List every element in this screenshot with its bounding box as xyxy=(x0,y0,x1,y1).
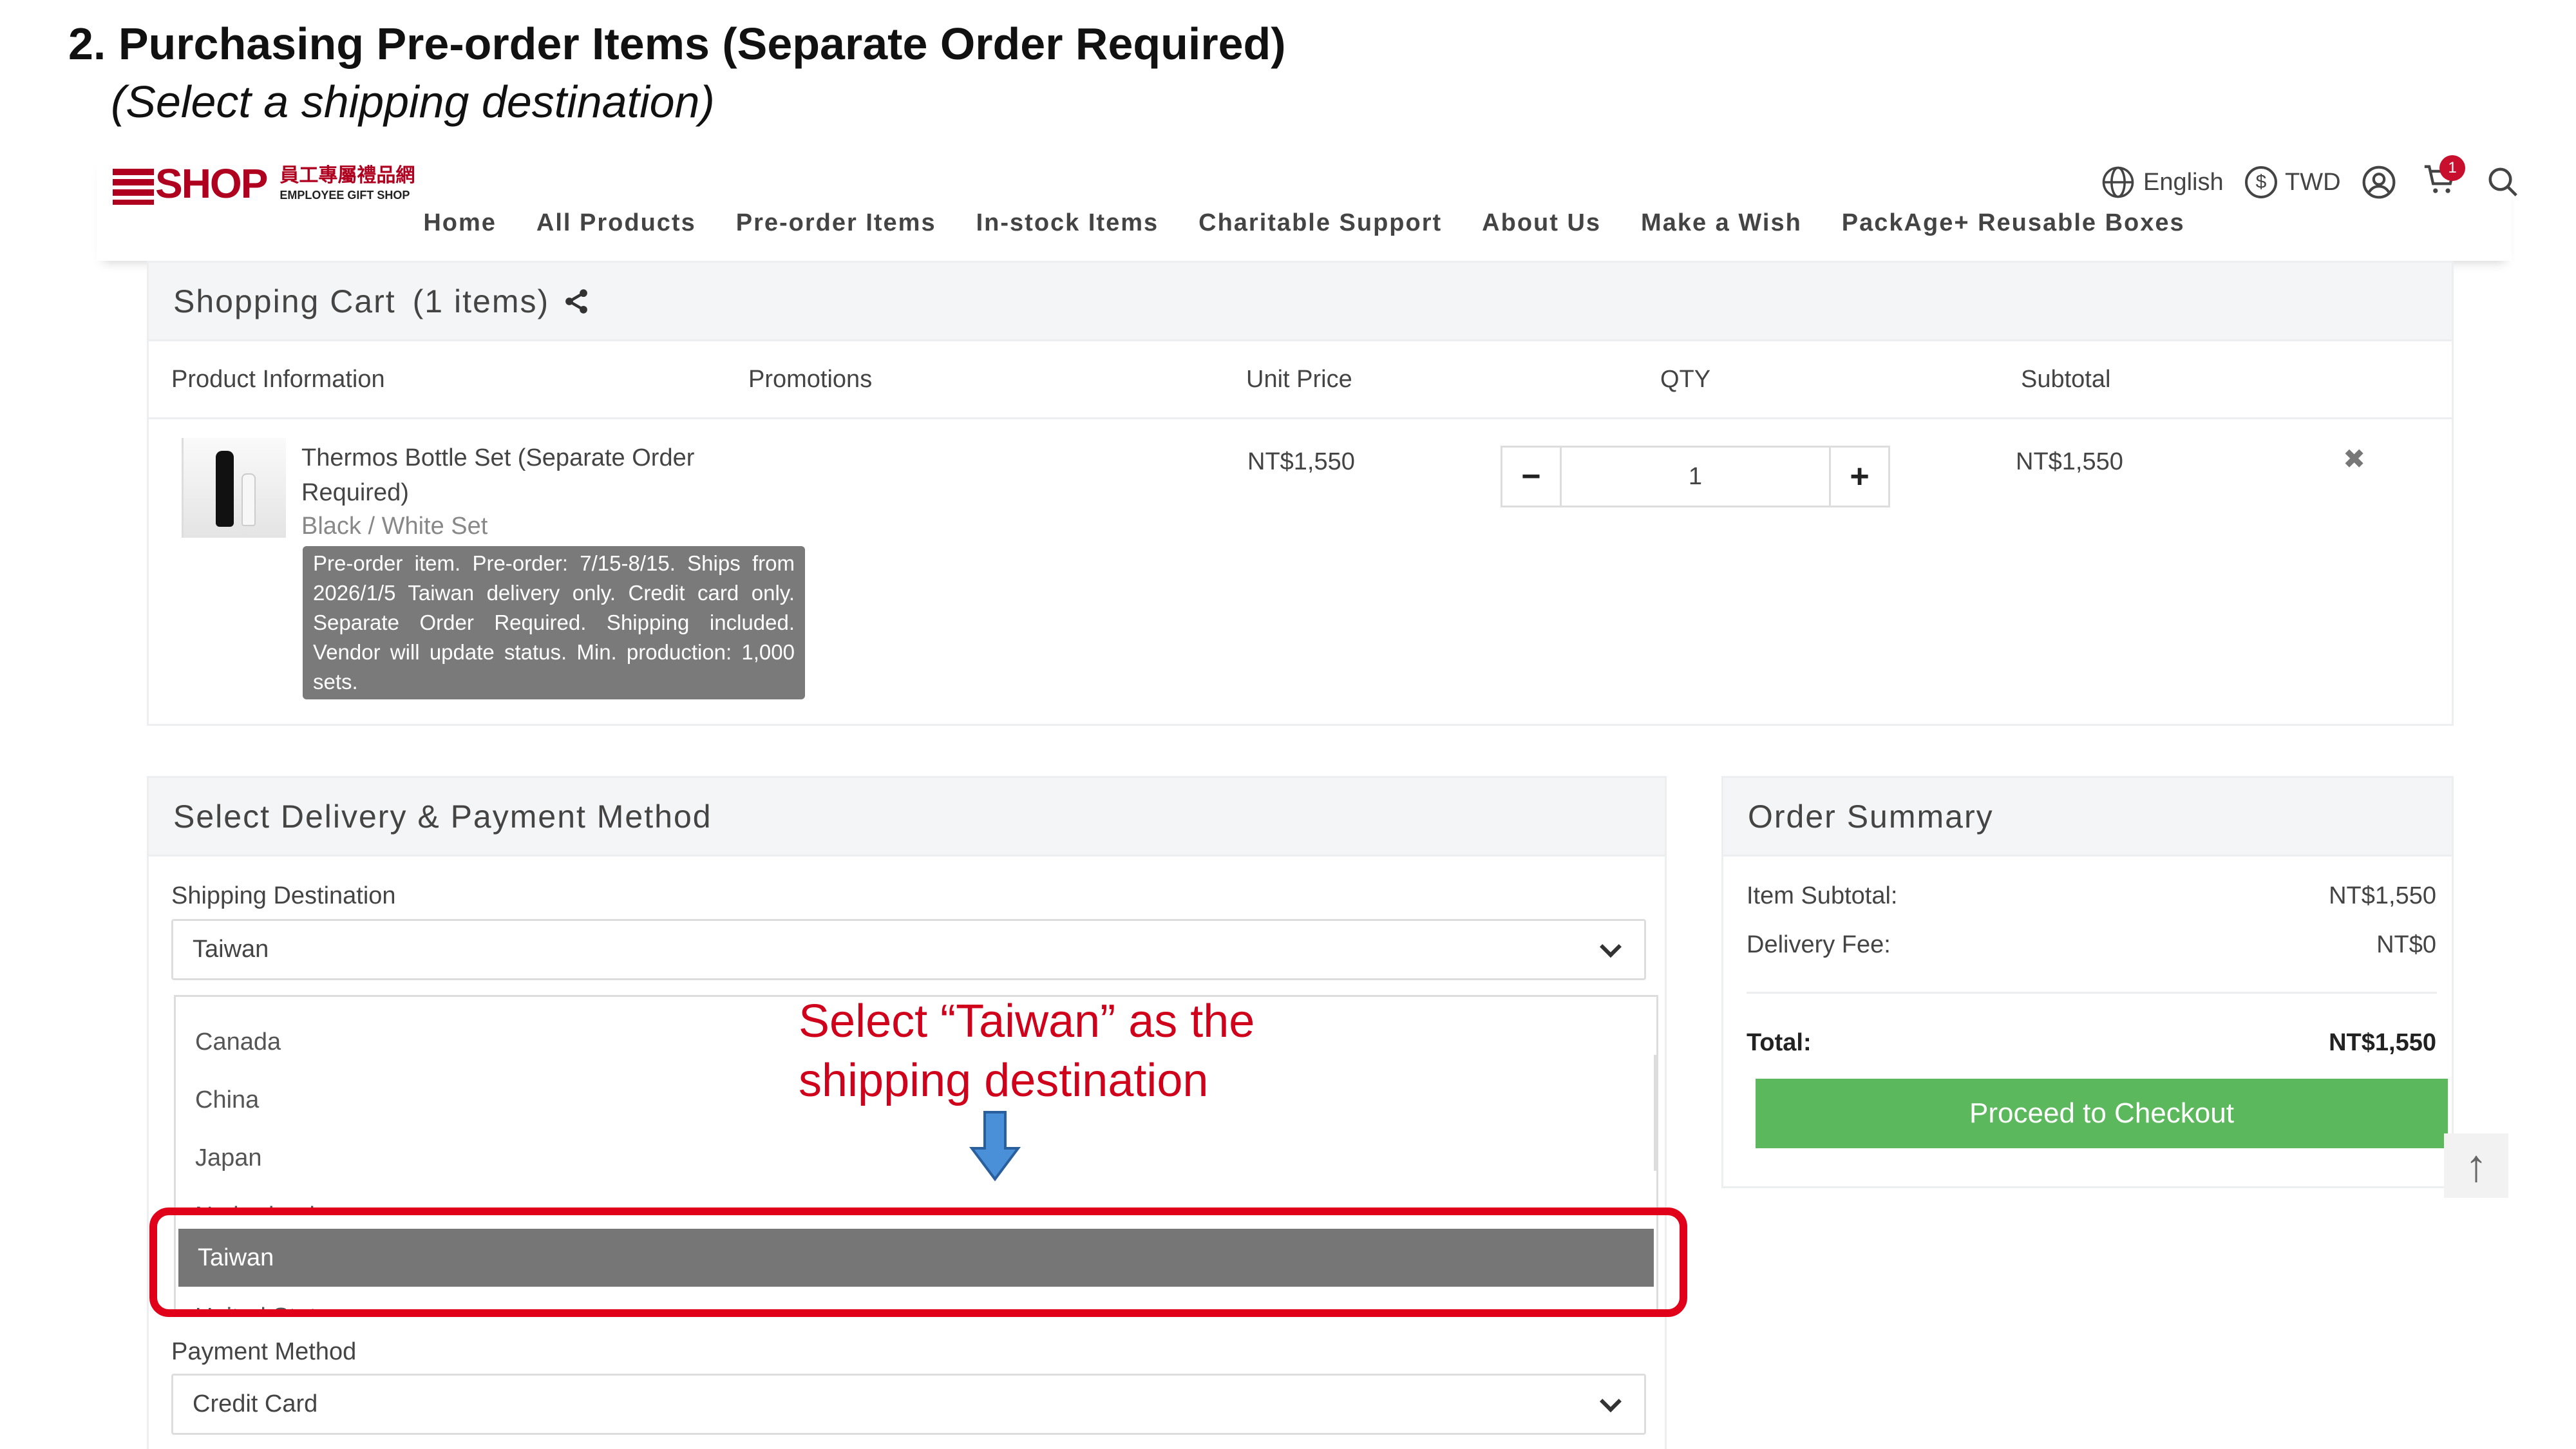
cart-header: Shopping Cart (1 items) xyxy=(149,263,2452,341)
col-subtotal: Subtotal xyxy=(2021,366,2111,393)
summary-title: Order Summary xyxy=(1748,798,1994,835)
dollar-icon: $ xyxy=(2245,166,2277,198)
shipping-destination-value: Taiwan xyxy=(193,936,269,963)
instruction-annotation: Select “Taiwan” as the shipping destinat… xyxy=(799,992,1255,1110)
payment-method-select[interactable]: Credit Card xyxy=(171,1374,1646,1435)
language-selector[interactable]: English xyxy=(2101,160,2224,205)
slide-title: 2. Purchasing Pre-order Items (Separate … xyxy=(68,19,1286,69)
remove-item-icon[interactable]: ✖ xyxy=(2343,443,2365,475)
slide-subtitle: (Select a shipping destination) xyxy=(111,77,715,127)
nav-package-boxes[interactable]: PackAge+ Reusable Boxes xyxy=(1842,209,2185,237)
search-icon xyxy=(2488,167,2517,196)
col-product-information: Product Information xyxy=(171,366,385,393)
shipping-destination-select[interactable]: Taiwan xyxy=(171,919,1646,980)
search-button[interactable] xyxy=(2486,160,2521,205)
user-icon xyxy=(2362,166,2396,199)
proceed-to-checkout-button[interactable]: Proceed to Checkout xyxy=(1756,1079,2448,1148)
nav-pre-order-items[interactable]: Pre-order Items xyxy=(736,209,936,237)
nav-all-products[interactable]: All Products xyxy=(536,209,696,237)
share-icon[interactable] xyxy=(562,287,591,316)
logo-mark: SHOP xyxy=(113,160,268,207)
down-arrow-icon xyxy=(969,1111,1021,1182)
currency-selector[interactable]: $ TWD xyxy=(2245,160,2341,205)
shipping-destination-label: Shipping Destination xyxy=(171,882,396,909)
chevron-down-icon xyxy=(1600,1390,1622,1412)
preorder-note: Pre-order item. Pre-order: 7/15-8/15. Sh… xyxy=(303,546,805,699)
logo-text: 員工專屬禮品網 EMPLOYEE GIFT SHOP xyxy=(279,165,415,202)
currency-label: TWD xyxy=(2285,168,2341,196)
logo-bars-icon xyxy=(113,169,154,205)
dropdown-scrollbar[interactable] xyxy=(1654,1055,1656,1171)
summary-header: Order Summary xyxy=(1723,778,2452,857)
delivery-header: Select Delivery & Payment Method xyxy=(149,778,1665,857)
globe-icon xyxy=(2102,166,2134,198)
col-promotions: Promotions xyxy=(748,366,873,393)
nav-about-us[interactable]: About Us xyxy=(1482,209,1601,237)
unit-price: NT$1,550 xyxy=(1247,448,1355,475)
delivery-fee-value: NT$0 xyxy=(2376,931,2436,958)
main-nav: Home All Products Pre-order Items In-sto… xyxy=(97,209,2512,237)
option-japan[interactable]: Japan xyxy=(176,1129,1656,1187)
logo-en: EMPLOYEE GIFT SHOP xyxy=(279,189,410,202)
cart-count: (1 items) xyxy=(412,283,550,319)
col-qty: QTY xyxy=(1660,366,1711,393)
total-value: NT$1,550 xyxy=(2329,1029,2436,1056)
cart-title: Shopping Cart xyxy=(173,283,396,319)
nav-in-stock-items[interactable]: In-stock Items xyxy=(976,209,1159,237)
summary-divider xyxy=(1747,992,2437,994)
back-to-top-button[interactable]: ↑ xyxy=(2444,1133,2508,1198)
annotation-line2: shipping destination xyxy=(799,1055,1209,1106)
quantity-stepper: − 1 + xyxy=(1501,446,1890,507)
nav-make-a-wish[interactable]: Make a Wish xyxy=(1641,209,1802,237)
qty-input[interactable]: 1 xyxy=(1562,448,1829,506)
product-variant: Black / White Set xyxy=(301,513,488,540)
item-subtotal-value: NT$1,550 xyxy=(2329,882,2436,909)
highlight-box xyxy=(149,1208,1687,1317)
product-name-line1[interactable]: Thermos Bottle Set (Separate Order xyxy=(301,444,694,472)
qty-plus-button[interactable]: + xyxy=(1829,448,1888,506)
product-thumbnail[interactable] xyxy=(182,438,286,538)
logo-zh: 員工專屬禮品網 xyxy=(279,165,415,186)
item-subtotal-label: Item Subtotal: xyxy=(1747,882,1898,909)
cart-header-divider xyxy=(149,417,2452,419)
annotation-line1: Select “Taiwan” as the xyxy=(799,996,1255,1047)
site-logo[interactable]: SHOP 員工專屬禮品網 EMPLOYEE GIFT SHOP xyxy=(113,160,415,207)
qty-minus-button[interactable]: − xyxy=(1502,448,1562,506)
cart-count-badge: 1 xyxy=(2439,155,2465,181)
cart-button[interactable]: 1 xyxy=(2421,155,2465,205)
delivery-fee-label: Delivery Fee: xyxy=(1747,931,1891,958)
delivery-title: Select Delivery & Payment Method xyxy=(173,798,712,835)
nav-home[interactable]: Home xyxy=(423,209,497,237)
nav-charitable-support[interactable]: Charitable Support xyxy=(1198,209,1442,237)
total-label: Total: xyxy=(1747,1029,1812,1056)
bottle-white-image xyxy=(242,473,256,526)
item-subtotal: NT$1,550 xyxy=(2016,448,2123,475)
product-name-line2[interactable]: Required) xyxy=(301,479,409,507)
payment-method-value: Credit Card xyxy=(193,1390,318,1417)
col-unit-price: Unit Price xyxy=(1246,366,1352,393)
account-button[interactable] xyxy=(2361,160,2397,205)
payment-method-label: Payment Method xyxy=(171,1338,357,1366)
language-label: English xyxy=(2143,168,2224,196)
bottle-black-image xyxy=(216,451,234,527)
chevron-down-icon xyxy=(1600,935,1622,958)
logo-mark-text: SHOP xyxy=(155,160,268,207)
